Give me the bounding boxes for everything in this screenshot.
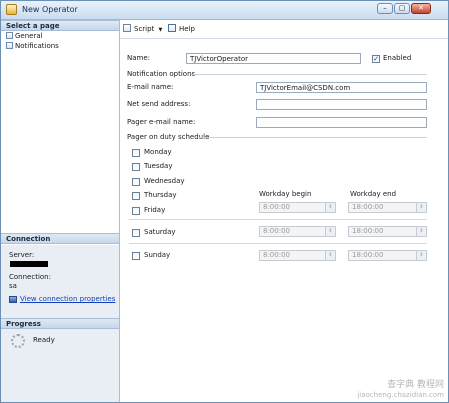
view-connection-properties-link[interactable]: View connection properties <box>20 295 115 304</box>
saturday-separator <box>129 219 427 220</box>
email-input[interactable] <box>256 82 427 93</box>
page-item-notifications[interactable]: Notifications <box>6 42 59 51</box>
spinner-arrows-icon[interactable]: ⇕ <box>416 227 426 236</box>
progress-header: Progress <box>1 318 119 329</box>
saturday-label: Saturday <box>144 228 176 236</box>
monday-label: Monday <box>144 148 172 156</box>
new-operator-window: New Operator – ▢ ✕ Select a page General… <box>0 0 449 403</box>
saturday-begin-time[interactable]: 8:00:00 ⇕ <box>259 226 336 237</box>
monday-checkbox[interactable] <box>132 149 140 157</box>
weekday-begin-time[interactable]: 8:00:00 ⇕ <box>259 202 336 213</box>
title-bar: New Operator – ▢ ✕ <box>1 1 448 20</box>
select-page-header: Select a page <box>1 20 119 31</box>
sunday-label: Sunday <box>144 251 171 259</box>
pager-email-input[interactable] <box>256 117 427 128</box>
spinner-arrows-icon[interactable]: ⇕ <box>325 227 335 236</box>
email-label: E-mail name: <box>127 83 174 91</box>
enabled-label: Enabled <box>383 54 412 62</box>
thursday-label: Thursday <box>144 191 177 199</box>
operator-icon <box>6 4 17 15</box>
tuesday-checkbox[interactable] <box>132 163 140 171</box>
net-send-label: Net send address: <box>127 100 191 108</box>
notification-options-label: Notification options <box>127 70 196 78</box>
watermark-line2: jiaocheng.chazidian.com <box>357 391 444 399</box>
sunday-checkbox[interactable] <box>132 252 140 260</box>
maximize-button[interactable]: ▢ <box>394 3 410 14</box>
connection-label: Connection: <box>9 273 51 281</box>
friday-label: Friday <box>144 206 166 214</box>
spinner-arrows-icon[interactable]: ⇕ <box>416 251 426 260</box>
pager-schedule-rule <box>199 137 427 138</box>
progress-spinner-icon <box>11 334 25 348</box>
workday-begin-label: Workday begin <box>259 190 312 198</box>
page-icon <box>6 32 13 39</box>
wednesday-checkbox[interactable] <box>132 178 140 186</box>
server-value-redacted <box>10 261 48 267</box>
sunday-begin-value: 8:00:00 <box>263 251 290 259</box>
name-input[interactable] <box>186 53 361 64</box>
page-item-general[interactable]: General <box>6 32 43 41</box>
window-title: New Operator <box>22 5 78 14</box>
sunday-end-value: 18:00:00 <box>352 251 384 259</box>
page-item-general-label: General <box>15 32 43 40</box>
saturday-end-time[interactable]: 18:00:00 ⇕ <box>348 226 427 237</box>
saturday-end-value: 18:00:00 <box>352 227 384 235</box>
saturday-checkbox[interactable] <box>132 229 140 237</box>
toolbar: Script ▼ Help <box>120 20 448 39</box>
watermark: 查字典 教程网 jiaocheng.chazidian.com <box>357 380 444 400</box>
weekday-end-time[interactable]: 18:00:00 ⇕ <box>348 202 427 213</box>
sunday-begin-time[interactable]: 8:00:00 ⇕ <box>259 250 336 261</box>
notification-options-rule <box>191 74 427 75</box>
script-label: Script <box>134 25 155 33</box>
page-icon <box>6 42 13 49</box>
workday-end-label: Workday end <box>350 190 397 198</box>
server-label: Server: <box>9 251 35 259</box>
name-label: Name: <box>127 54 151 62</box>
watermark-line1: 查字典 教程网 <box>387 380 444 390</box>
progress-status: Ready <box>33 336 55 344</box>
sunday-end-time[interactable]: 18:00:00 ⇕ <box>348 250 427 261</box>
weekday-end-value: 18:00:00 <box>352 203 384 211</box>
help-button[interactable]: Help <box>168 24 195 34</box>
thursday-checkbox[interactable] <box>132 192 140 200</box>
wednesday-label: Wednesday <box>144 177 185 185</box>
pager-email-label: Pager e-mail name: <box>127 118 196 126</box>
dropdown-arrow-icon: ▼ <box>158 27 163 33</box>
tuesday-label: Tuesday <box>144 162 173 170</box>
connection-value: sa <box>9 282 17 290</box>
pager-schedule-label: Pager on duty schedule <box>127 133 210 141</box>
connection-header: Connection <box>1 233 119 244</box>
sunday-separator <box>129 243 427 244</box>
enabled-checkbox[interactable]: ✓ <box>372 55 380 63</box>
spinner-arrows-icon[interactable]: ⇕ <box>325 251 335 260</box>
script-button[interactable]: Script ▼ <box>123 24 162 34</box>
help-icon <box>168 24 176 32</box>
page-item-notifications-label: Notifications <box>15 42 59 50</box>
help-label: Help <box>179 25 195 33</box>
connection-properties-icon <box>9 296 17 303</box>
saturday-begin-value: 8:00:00 <box>263 227 290 235</box>
script-icon <box>123 24 131 32</box>
friday-checkbox[interactable] <box>132 207 140 215</box>
net-send-input[interactable] <box>256 99 427 110</box>
weekday-begin-value: 8:00:00 <box>263 203 290 211</box>
minimize-button[interactable]: – <box>377 3 393 14</box>
spinner-arrows-icon[interactable]: ⇕ <box>416 203 426 212</box>
close-button[interactable]: ✕ <box>411 3 431 14</box>
spinner-arrows-icon[interactable]: ⇕ <box>325 203 335 212</box>
